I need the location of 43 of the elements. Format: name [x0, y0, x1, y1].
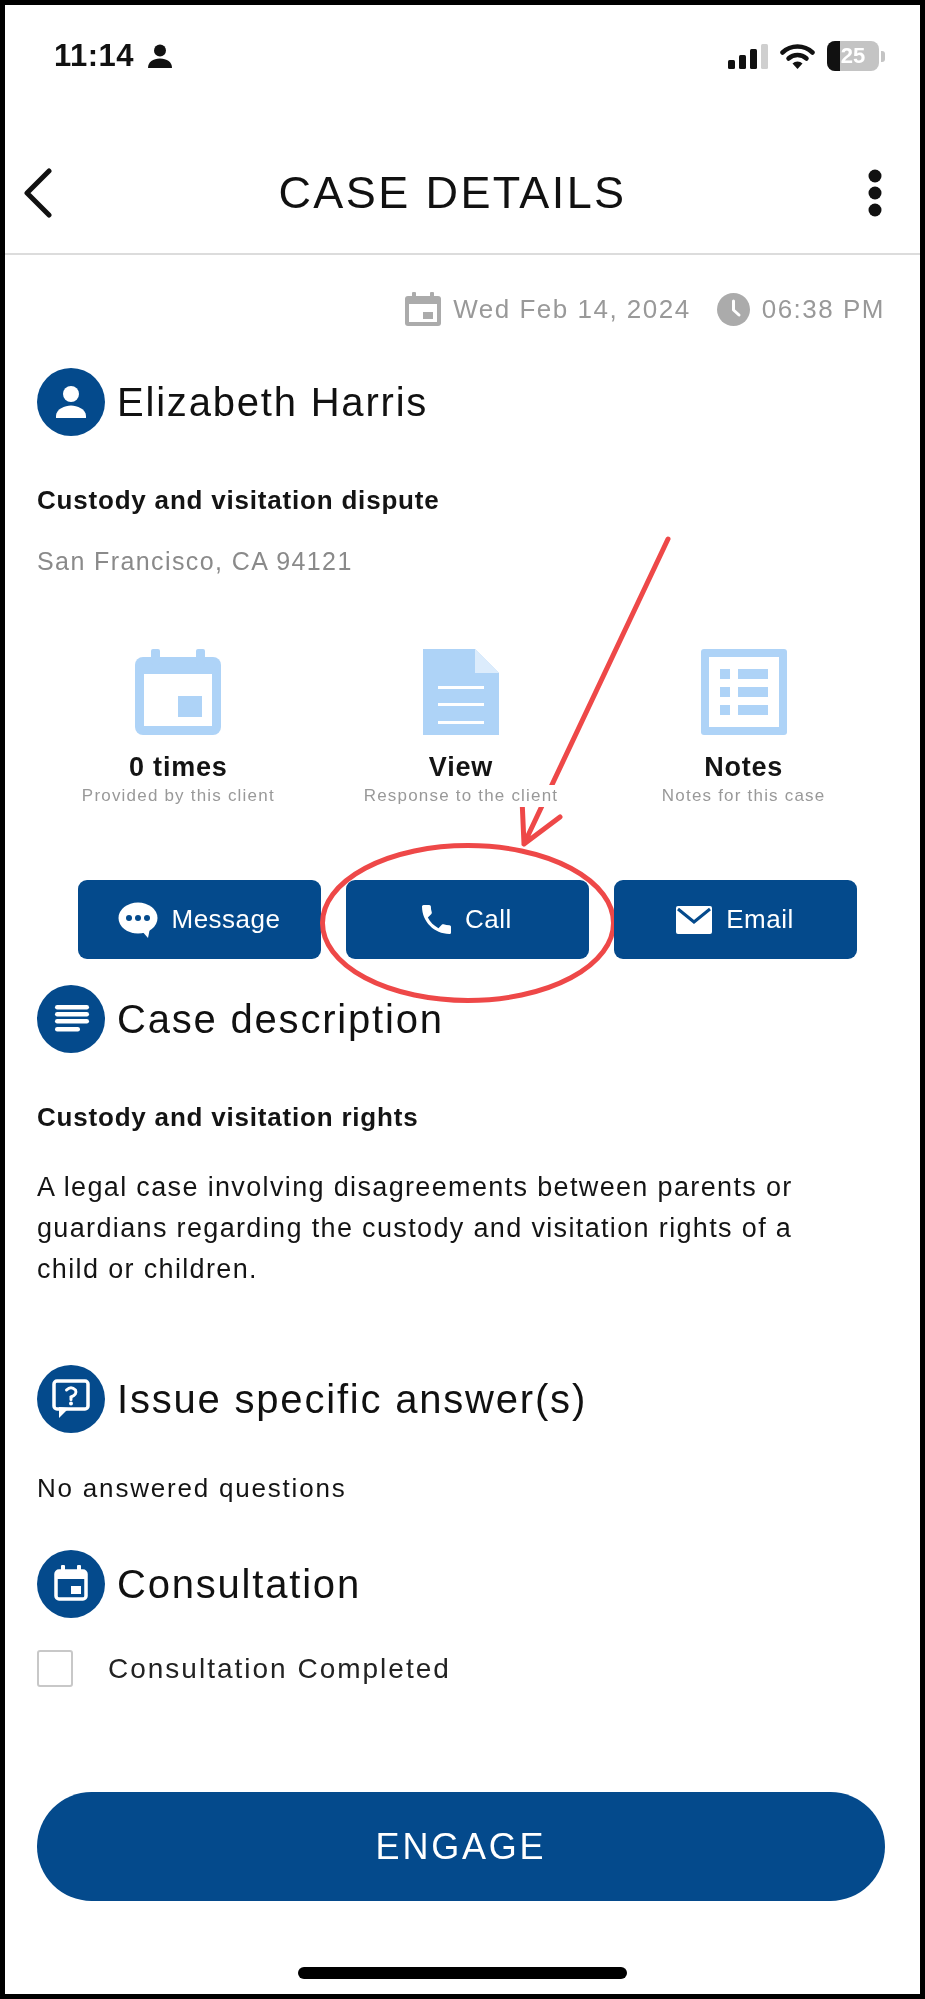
checkbox-label: Consultation Completed [108, 1652, 451, 1685]
email-button[interactable]: Email [613, 880, 857, 959]
vertical-dots-icon [868, 169, 882, 217]
question-bubble-icon [37, 1365, 105, 1433]
wifi-icon [780, 43, 815, 69]
battery-percent: 25 [840, 44, 866, 68]
signal-icon [728, 43, 768, 69]
speech-bubble-icon [117, 901, 158, 938]
call-button[interactable]: Call [345, 880, 589, 959]
status-time: 11:14 [54, 38, 135, 74]
section-text: A legal case involving disagreements between parents or guardians regarding the custody and visitation rights of a child or children. [37, 1171, 794, 1286]
more-button[interactable] [868, 169, 882, 217]
stat-title: 0 times [129, 752, 228, 782]
stat-caption: Response to the client [363, 785, 559, 807]
client-location: San Francisco, CA 94121 [37, 546, 354, 576]
chevron-left-icon [23, 168, 53, 218]
back-button[interactable] [23, 168, 53, 218]
phone-icon [422, 905, 452, 934]
avatar-icon [37, 368, 105, 436]
engage-button[interactable]: ENGAGE [37, 1792, 885, 1901]
section-text: No answered questions [37, 1473, 348, 1503]
envelope-icon [676, 905, 713, 934]
checkbox[interactable] [37, 1650, 73, 1687]
list-icon[interactable] [700, 649, 787, 735]
calendar-icon [37, 1550, 105, 1618]
message-button[interactable]: Message [77, 880, 321, 959]
time-text: 06:38 PM [761, 293, 885, 325]
case-type: Custody and visitation dispute [37, 485, 441, 515]
document-icon[interactable] [423, 649, 499, 735]
client-name: Elizabeth Harris [117, 379, 429, 425]
section-title: Issue specific answer(s) [117, 1376, 587, 1422]
section-title: Consultation [117, 1561, 361, 1607]
stat-title: Notes [704, 752, 784, 782]
date-text: Wed Feb 14, 2024 [453, 293, 691, 325]
calendar-icon [405, 292, 442, 326]
section-title: Case description [117, 996, 444, 1042]
stat-title: View [428, 752, 494, 782]
page-title: CASE DETAILS [278, 166, 627, 220]
text-lines-icon [37, 985, 105, 1053]
section-subtitle: Custody and visitation rights [37, 1102, 420, 1132]
clock-icon [716, 292, 750, 326]
calendar-icon[interactable] [135, 649, 222, 735]
person-icon [148, 44, 173, 68]
